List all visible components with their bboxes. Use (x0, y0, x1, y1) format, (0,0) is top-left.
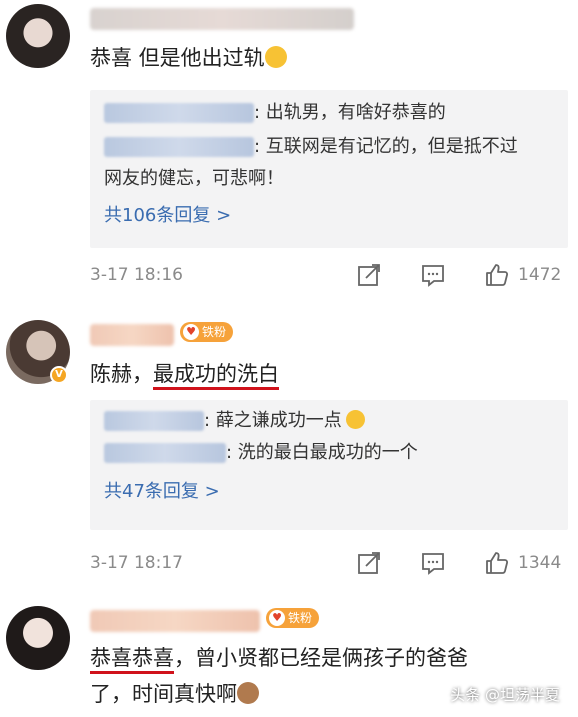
fan-badge: ♥ 铁粉 (266, 608, 320, 628)
reply-item-continued: 网友的健忘，可悲啊！ (104, 168, 284, 189)
comment-text: 陈赫，最成功的洗白 (90, 356, 279, 392)
timestamp: 3-17 18:17 (90, 553, 183, 573)
comment-text: 恭喜 但是他出过轨 (90, 40, 287, 76)
username-blurred[interactable] (90, 610, 260, 632)
reply-box[interactable]: : 薛之谦成功一点 : 洗的最白最成功的一个 共47条回复 > (90, 400, 568, 530)
heart-icon: ♥ (269, 610, 285, 626)
heart-icon: ♥ (183, 324, 199, 340)
timestamp: 3-17 18:16 (90, 265, 183, 285)
reply-username-blurred (104, 443, 226, 463)
more-replies-link[interactable]: 共47条回复 > (104, 478, 220, 506)
underlined-text: 最成功的洗白 (153, 362, 279, 390)
underlined-text: 恭喜恭喜 (90, 646, 174, 674)
comment-icon[interactable] (420, 550, 446, 576)
see-no-evil-monkey-icon (237, 682, 259, 704)
grin-emoji-icon (264, 46, 287, 68)
thumbs-up-icon[interactable] (484, 262, 510, 288)
reply-item[interactable]: : 薛之谦成功一点 (104, 406, 365, 436)
like-count: 1344 (518, 553, 562, 573)
reply-username-blurred (104, 411, 204, 431)
reply-box[interactable]: : 出轨男，有啥好恭喜的 : 互联网是有记忆的，但是抵不过 网友的健忘，可悲啊！… (90, 90, 568, 248)
share-icon[interactable] (356, 262, 382, 288)
comment-meta: 3-17 18:17 1344 (0, 548, 578, 578)
avatar[interactable] (6, 606, 70, 670)
reply-username-blurred (104, 103, 254, 123)
comment-meta: 3-17 18:16 1472 (0, 260, 578, 290)
reply-item[interactable]: : 互联网是有记忆的，但是抵不过 (104, 132, 518, 162)
username-blurred[interactable] (90, 8, 354, 30)
fan-badge: ♥ 铁粉 (180, 322, 234, 342)
avatar[interactable] (6, 4, 70, 68)
thumbs-up-icon[interactable] (484, 550, 510, 576)
comment-icon[interactable] (420, 262, 446, 288)
smirk-emoji-icon (345, 410, 365, 429)
watermark: 头条 @坦荡半夏 (450, 686, 560, 704)
reply-username-blurred (104, 137, 254, 157)
share-icon[interactable] (356, 550, 382, 576)
verified-icon: V (50, 366, 68, 384)
username-blurred[interactable] (90, 324, 174, 346)
reply-item[interactable]: : 洗的最白最成功的一个 (104, 438, 418, 468)
reply-item[interactable]: : 出轨男，有啥好恭喜的 (104, 98, 446, 128)
more-replies-link[interactable]: 共106条回复 > (104, 202, 231, 230)
like-count: 1472 (518, 265, 562, 285)
